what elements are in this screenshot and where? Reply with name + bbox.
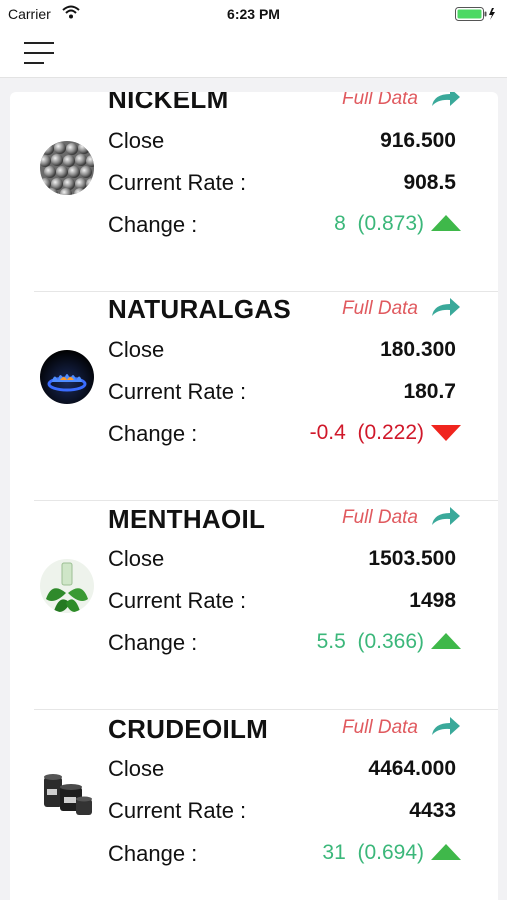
current-rate-value: 180.7 <box>403 380 456 403</box>
current-rate-value: 908.5 <box>403 171 456 194</box>
oil-barrels-icon <box>40 769 94 823</box>
share-arrow-icon[interactable] <box>430 296 462 318</box>
commodity-row-crudeoilm[interactable]: CRUDEOILM Full Data Close 4464.000 Curre… <box>10 710 498 900</box>
close-value: 4464.000 <box>368 757 456 780</box>
current-rate-label: Current Rate : <box>108 588 247 613</box>
current-rate-value: 1498 <box>409 589 456 612</box>
up-triangle-icon <box>431 844 461 860</box>
share-arrow-icon[interactable] <box>430 505 462 527</box>
full-data-link[interactable]: Full Data <box>342 92 418 110</box>
current-rate-label: Current Rate : <box>108 170 247 195</box>
change-label: Change : <box>108 421 198 446</box>
close-label: Close <box>108 128 165 153</box>
share-arrow-icon[interactable] <box>430 92 462 108</box>
clock: 6:23 PM <box>227 6 280 22</box>
current-rate-label: Current Rate : <box>108 379 247 404</box>
nickel-balls-icon <box>40 141 94 195</box>
close-value: 1503.500 <box>368 547 456 570</box>
nav-bar <box>0 28 507 78</box>
commodity-name: NATURALGAS <box>108 294 292 324</box>
current-rate-value: 4433 <box>409 799 456 822</box>
mint-leaves-icon <box>40 559 94 613</box>
change-label: Change : <box>108 841 198 866</box>
change-value: 8 (0.873) <box>334 212 424 235</box>
close-label: Close <box>108 546 165 571</box>
status-bar: Carrier 6:23 PM <box>0 0 507 28</box>
commodity-name: NICKELM <box>108 92 229 114</box>
commodity-card: NICKELM Full Data Close 916.500 Current … <box>10 92 498 900</box>
commodity-row-menthaoil[interactable]: MENTHAOIL Full Data Close 1503.500 Curre… <box>10 500 498 710</box>
full-data-link[interactable]: Full Data <box>342 507 418 529</box>
down-triangle-icon <box>431 425 461 441</box>
share-arrow-icon[interactable] <box>430 715 462 737</box>
gas-flame-icon <box>40 350 94 404</box>
up-triangle-icon <box>431 215 461 231</box>
change-value: 31 (0.694) <box>322 841 424 864</box>
change-label: Change : <box>108 630 198 655</box>
close-value: 916.500 <box>380 129 456 152</box>
change-value: 5.5 (0.366) <box>316 630 424 653</box>
full-data-link[interactable]: Full Data <box>342 717 418 739</box>
commodity-name: MENTHAOIL <box>108 504 266 534</box>
up-triangle-icon <box>431 633 461 649</box>
close-label: Close <box>108 337 165 362</box>
commodity-row-nickelm[interactable]: NICKELM Full Data Close 916.500 Current … <box>10 92 498 292</box>
current-rate-label: Current Rate : <box>108 798 247 823</box>
close-value: 180.300 <box>380 338 456 361</box>
close-label: Close <box>108 756 165 781</box>
hamburger-menu-icon[interactable] <box>24 40 56 66</box>
commodity-name: CRUDEOILM <box>108 714 269 744</box>
commodity-row-naturalgas[interactable]: NATURALGAS Full Data Close 180.300 Curre… <box>10 291 498 501</box>
change-value: -0.4 (0.222) <box>309 421 424 444</box>
full-data-link[interactable]: Full Data <box>342 298 418 320</box>
battery-icon <box>455 7 495 21</box>
change-label: Change : <box>108 212 198 237</box>
